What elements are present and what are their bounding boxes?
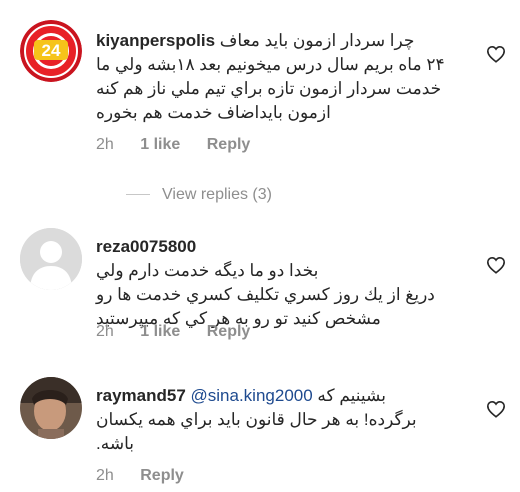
mention-link[interactable]: @sina.king2000	[191, 386, 313, 405]
comment-line: بخدا دو ما ديگه خدمت دارم ولي	[96, 261, 319, 280]
comment-header: reza0075800	[96, 235, 456, 259]
username[interactable]: kiyanperspolis	[96, 31, 215, 50]
comment-meta: 2h 1 like Reply	[96, 323, 272, 343]
view-replies-button[interactable]: View replies (3)	[126, 186, 272, 204]
heart-icon[interactable]	[486, 256, 506, 274]
heart-icon[interactable]	[486, 400, 506, 418]
comment-line: دريغ از يك روز كسري تكليف كسري خدمت ها ر…	[96, 285, 435, 304]
avatar[interactable]	[20, 228, 82, 290]
avatar[interactable]: 24	[20, 20, 82, 82]
reply-button[interactable]: Reply	[140, 467, 184, 484]
comment-meta: 2h 1 like Reply	[96, 136, 272, 156]
divider	[126, 194, 150, 196]
heart-icon[interactable]	[486, 45, 506, 63]
avatar-badge: 24	[42, 41, 61, 60]
reply-button[interactable]: Reply	[207, 136, 251, 153]
comment-text: بشينيم كه	[317, 386, 386, 405]
timestamp: 2h	[96, 323, 114, 340]
view-replies-label: View replies (3)	[162, 186, 272, 203]
comment-line: ازمون بايداضاف خدمت هم بخوره	[96, 103, 331, 122]
comment-header: raymand57 @sina.king2000 بشينيم كه	[96, 384, 456, 408]
like-count[interactable]: 1 like	[140, 323, 180, 340]
comment-text: چرا سردار ازمون باید معاف	[219, 31, 415, 50]
comment-header: kiyanperspolis چرا سردار ازمون باید معاف	[96, 29, 456, 53]
comment-line: برگرده! به هر حال قانون بايد براي همه يك…	[96, 410, 417, 429]
comment-line: باشه.	[96, 434, 134, 453]
comment-meta: 2h Reply	[96, 467, 206, 487]
username[interactable]: raymand57	[96, 386, 186, 405]
reply-button[interactable]: Reply	[207, 323, 251, 340]
timestamp: 2h	[96, 136, 114, 153]
timestamp: 2h	[96, 467, 114, 484]
username[interactable]: reza0075800	[96, 237, 196, 256]
comment-line: ۲۴ ماه بریم سال درس میخونیم بعد ۱۸بشه ول…	[96, 55, 445, 74]
comment-line: خدمت سردار ازمون تازه براي تيم ملي ناز ه…	[96, 79, 442, 98]
like-count[interactable]: 1 like	[140, 136, 180, 153]
avatar[interactable]	[20, 377, 82, 439]
